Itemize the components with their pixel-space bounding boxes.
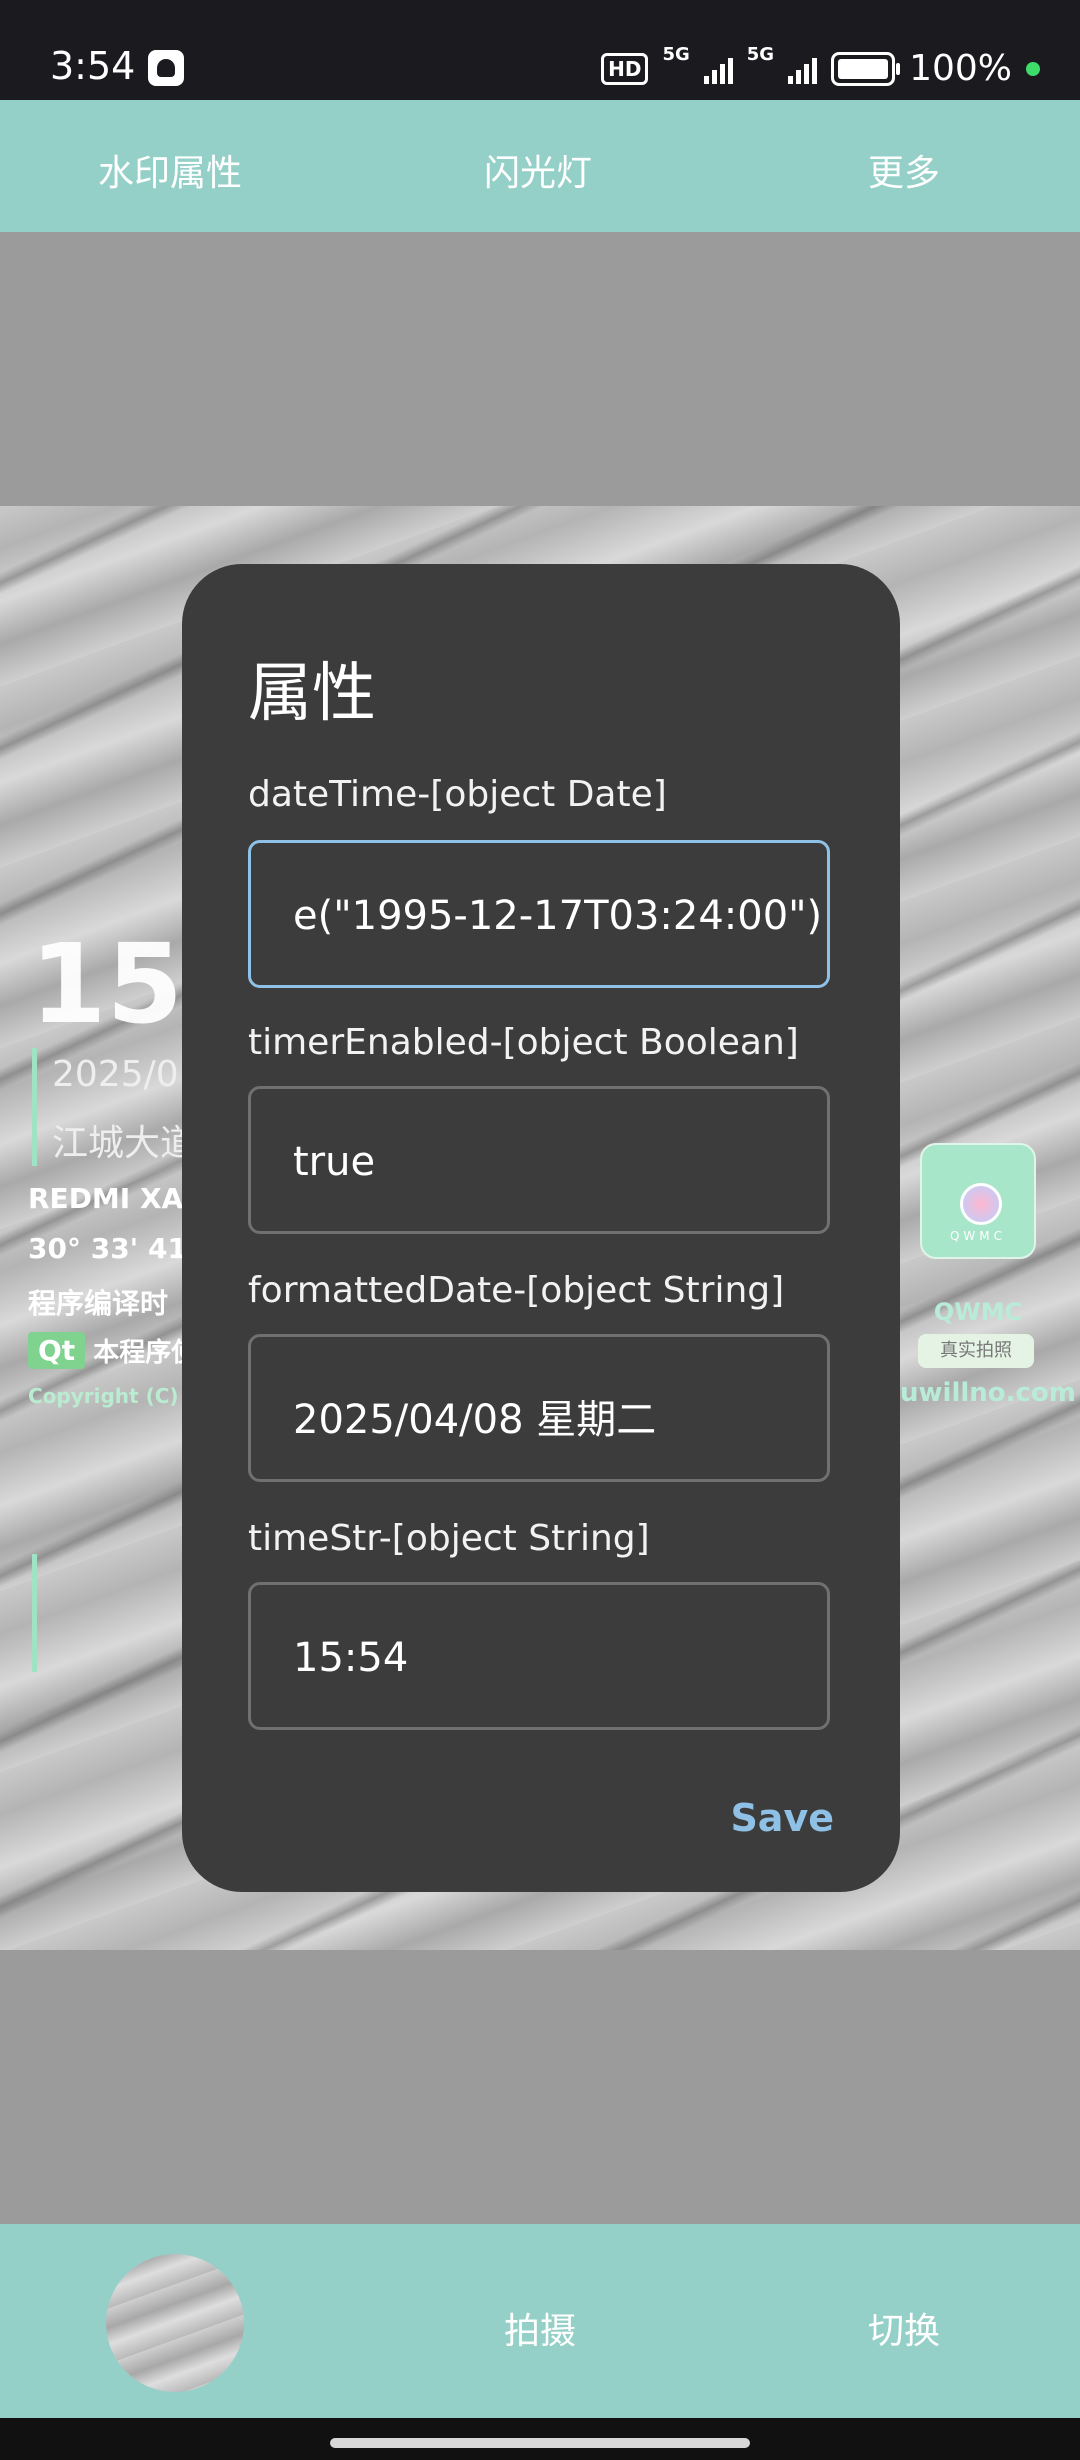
watermark-qt-line: Qt 本程序使 — [28, 1332, 197, 1369]
qwmc-site: uwillno.com — [900, 1378, 1076, 1408]
tab-flash[interactable]: 闪光灯 — [484, 144, 592, 196]
qwmc-logo: QWMC — [920, 1143, 1036, 1259]
formatted-date-input[interactable]: 2025/04/08 星期二 — [248, 1334, 830, 1482]
status-icons: HD 5G 5G 100% — [601, 44, 1040, 89]
timer-enabled-input[interactable]: true — [248, 1086, 830, 1234]
watermark-compile-info: 程序编译时 — [28, 1287, 169, 1320]
gesture-bar — [0, 2418, 1080, 2460]
signal-icon-2 — [788, 54, 818, 84]
formatted-date-input-value: 2025/04/08 星期二 — [293, 1397, 657, 1443]
tab-more[interactable]: 更多 — [868, 144, 940, 196]
status-time: 3:54 — [50, 44, 136, 88]
top-nav: 水印属性 闪光灯 更多 — [0, 100, 1080, 232]
shoot-button[interactable]: 拍摄 — [504, 2302, 576, 2354]
qwmc-logo-text: QWMC — [949, 1229, 1007, 1243]
privacy-indicator-icon — [1026, 61, 1040, 76]
network-type-1: 5G — [662, 44, 690, 65]
watermark-coordinates: 30° 33' 41 — [28, 1232, 187, 1265]
qt-logo: Qt — [28, 1332, 86, 1369]
watermark-device: REDMI XA — [28, 1182, 184, 1215]
qwmc-brand-tag: 真实拍照 — [918, 1334, 1034, 1368]
network-type-2: 5G — [746, 44, 775, 65]
watermark-place: 江城大道 — [52, 1123, 197, 1164]
switch-camera-button[interactable]: 切换 — [868, 2302, 940, 2354]
qwmc-brand-name: QWMC — [933, 1298, 1023, 1326]
bottom-nav: 拍摄 切换 — [0, 2224, 1080, 2418]
hd-voice-icon: HD — [601, 52, 649, 85]
field-label-time-str: timeStr-[object String] — [248, 1518, 650, 1559]
watermark-date: 2025/0 — [52, 1054, 179, 1095]
gallery-thumbnail[interactable] — [106, 2254, 244, 2392]
time-str-input[interactable]: 15:54 — [248, 1582, 830, 1730]
datetime-input[interactable]: e("1995-12-17T03:24:00") — [248, 840, 830, 988]
watermark-accent-bar — [32, 1554, 37, 1672]
watermark-divider — [32, 1048, 37, 1166]
field-label-datetime: dateTime-[object Date] — [248, 774, 667, 815]
signal-icon-1 — [703, 54, 733, 84]
dialog-title: 属性 — [248, 657, 376, 731]
battery-icon — [831, 51, 901, 86]
field-label-timer-enabled: timerEnabled-[object Boolean] — [248, 1022, 799, 1063]
status-bar: 3:54 HD 5G 5G 100% — [0, 0, 1080, 100]
timer-enabled-input-value: true — [293, 1139, 376, 1185]
tab-watermark-properties[interactable]: 水印属性 — [98, 144, 242, 196]
field-label-formatted-date: formattedDate-[object String] — [248, 1270, 785, 1311]
battery-percent: 100% — [909, 48, 1012, 89]
datetime-input-value: e("1995-12-17T03:24:00") — [293, 893, 823, 939]
properties-dialog: 属性 dateTime-[object Date] e("1995-12-17T… — [182, 564, 900, 1892]
app-notification-icon — [148, 50, 184, 86]
camera-lens-icon — [960, 1183, 1002, 1225]
save-button[interactable]: Save — [730, 1796, 834, 1840]
time-str-input-value: 15:54 — [293, 1635, 409, 1681]
home-indicator[interactable] — [330, 2438, 750, 2448]
